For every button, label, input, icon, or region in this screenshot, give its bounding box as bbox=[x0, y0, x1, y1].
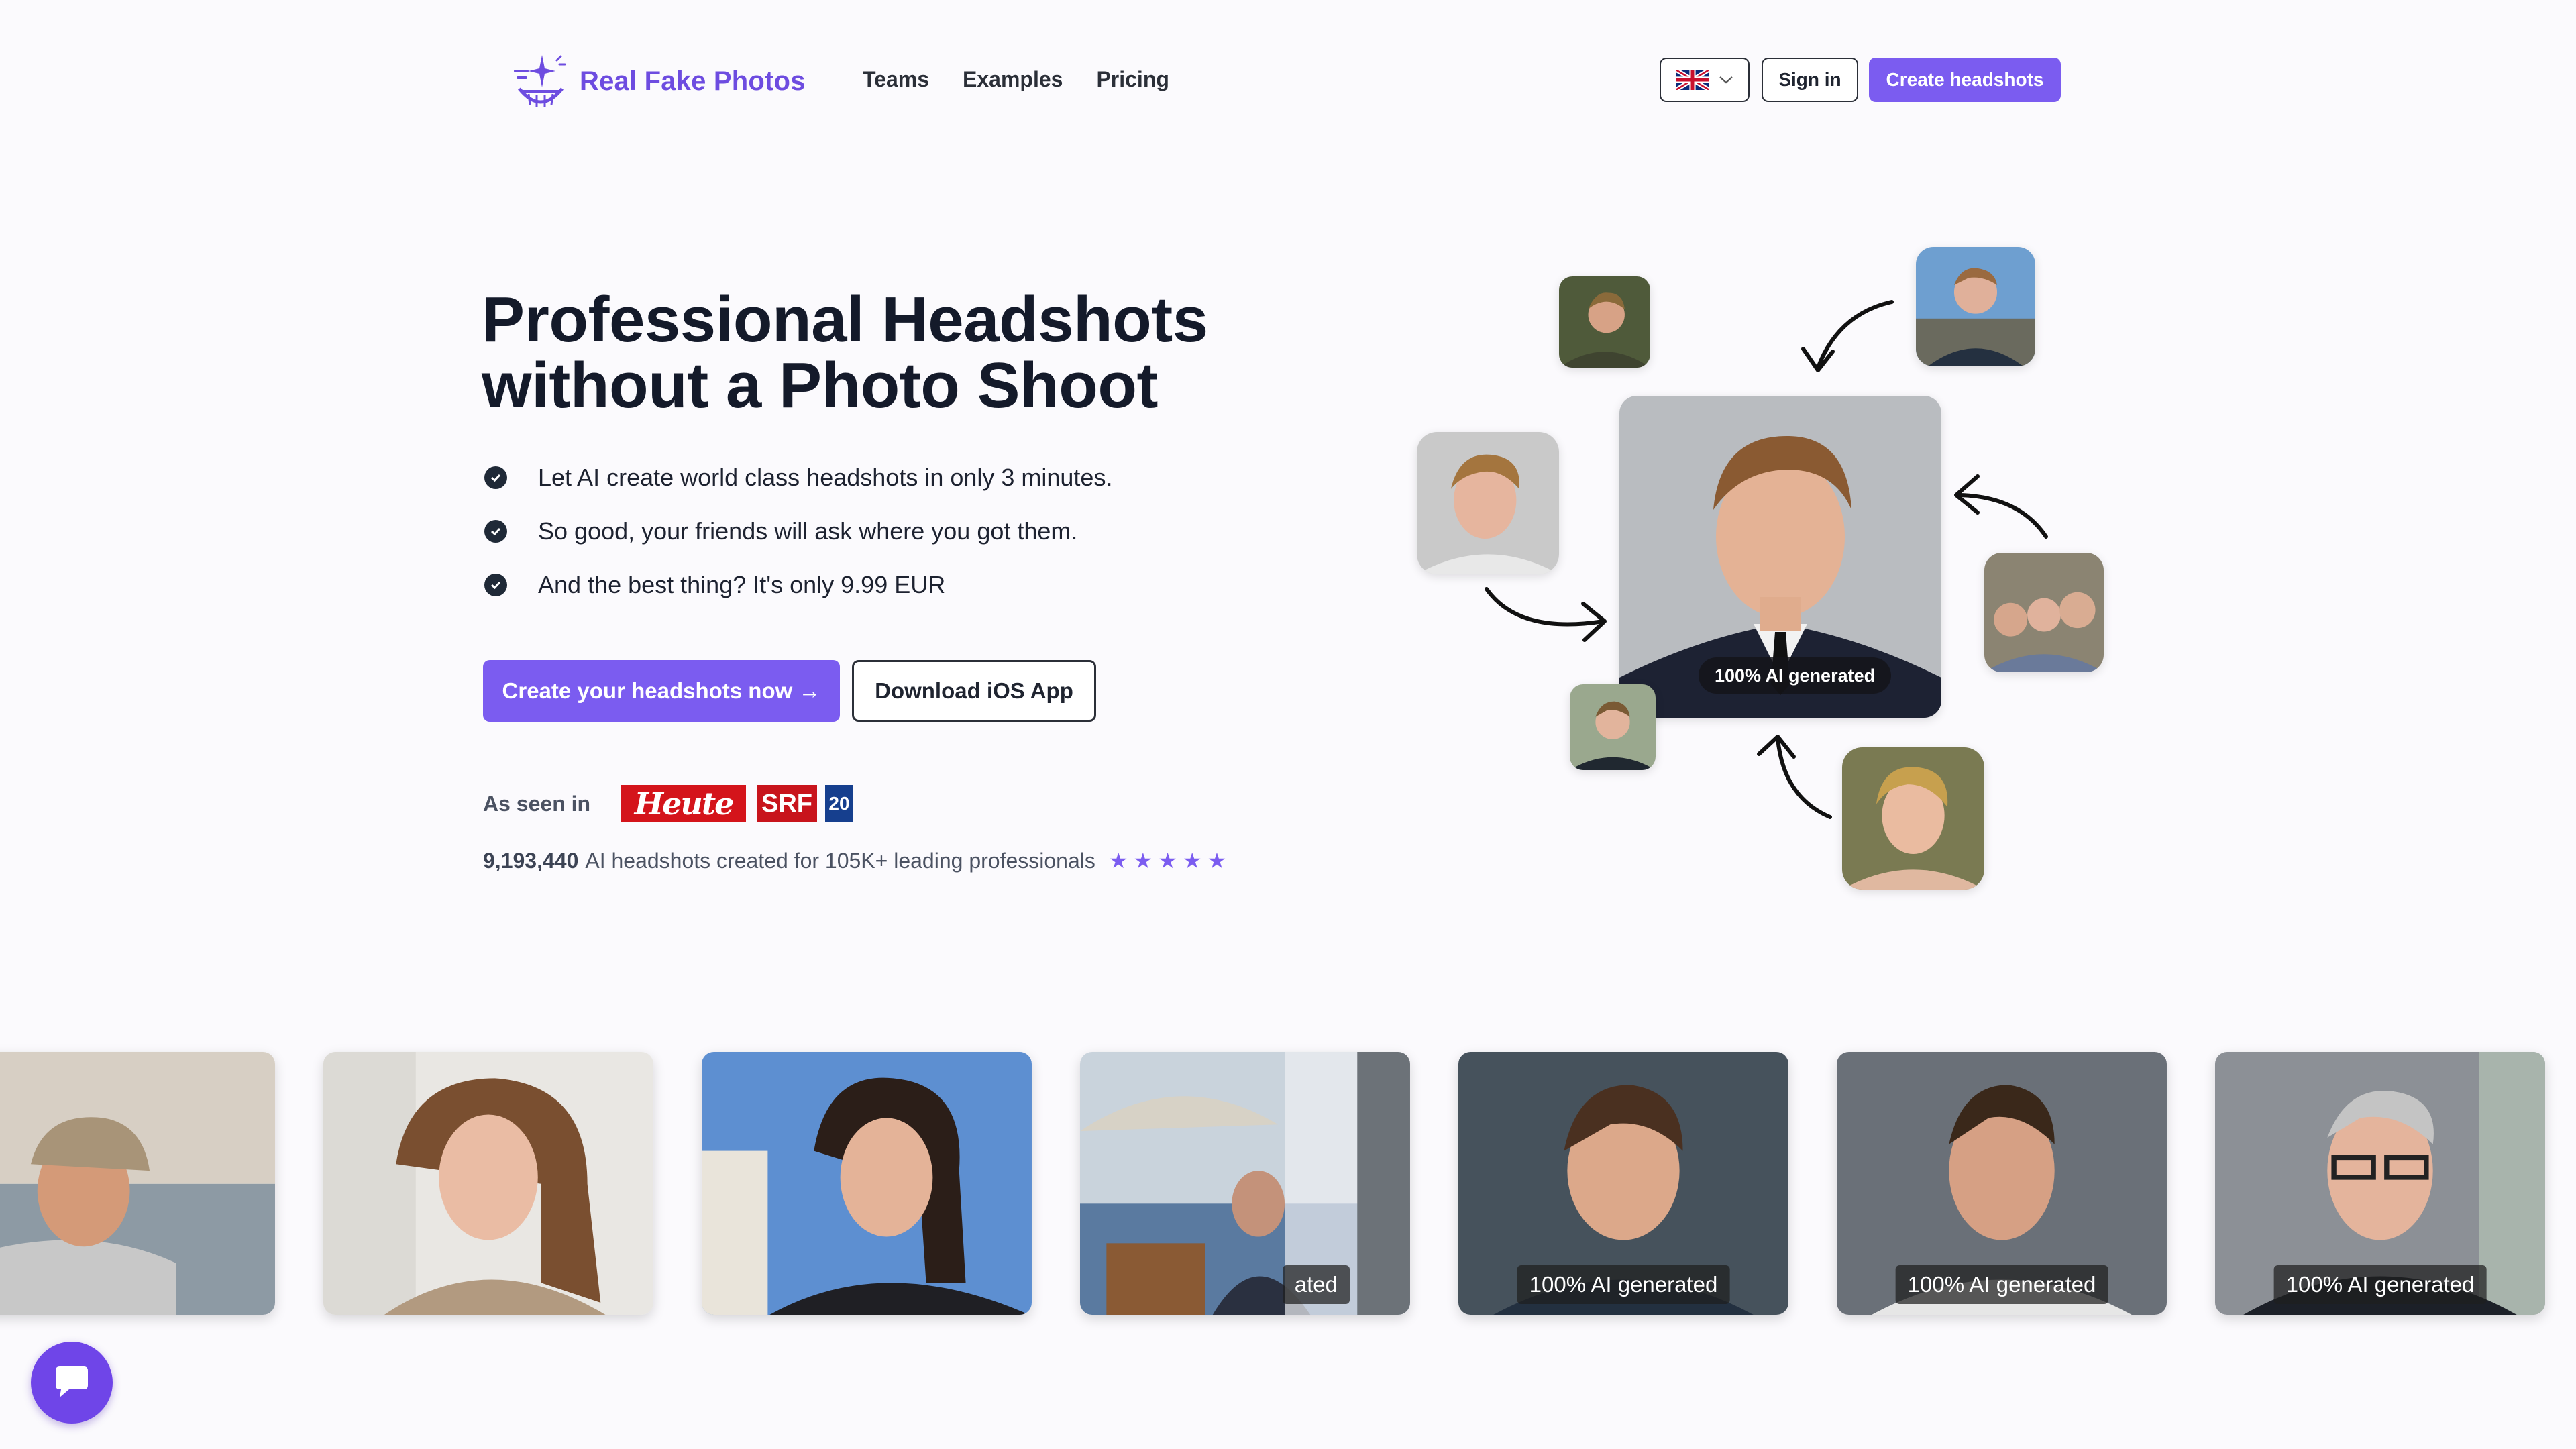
feature-text: So good, your friends will ask where you… bbox=[538, 517, 1078, 545]
check-circle-icon bbox=[484, 574, 507, 596]
press-logo-heute: Heute bbox=[621, 785, 746, 822]
feature-text: Let AI create world class headshots in o… bbox=[538, 464, 1113, 491]
star-icon: ★ bbox=[1133, 849, 1153, 873]
gallery-label: 100% AI generated bbox=[1895, 1265, 2108, 1304]
feature-item: Let AI create world class headshots in o… bbox=[484, 451, 1112, 504]
input-photo bbox=[1842, 747, 1984, 890]
feature-item: So good, your friends will ask where you… bbox=[484, 504, 1112, 558]
feature-list: Let AI create world class headshots in o… bbox=[484, 451, 1112, 612]
input-photo bbox=[1984, 553, 2104, 672]
download-ios-app-button[interactable]: Download iOS App bbox=[852, 660, 1096, 722]
star-icon: ★ bbox=[1158, 849, 1177, 873]
logo-icon bbox=[514, 55, 566, 107]
feature-text: And the best thing? It's only 9.99 EUR bbox=[538, 571, 946, 598]
nav-examples[interactable]: Examples bbox=[963, 67, 1063, 92]
hero-title: Professional Headshots without a Photo S… bbox=[482, 287, 1208, 419]
arrow-icon bbox=[1954, 474, 2048, 539]
ai-generated-badge: 100% AI generated bbox=[1699, 657, 1892, 694]
gallery-card bbox=[702, 1052, 1032, 1315]
input-photo bbox=[1417, 432, 1559, 574]
create-headshots-button[interactable]: Create headshots bbox=[1869, 58, 2061, 102]
stats-text: AI headshots created for 105K+ leading p… bbox=[585, 848, 1095, 873]
main-nav: Teams Examples Pricing bbox=[863, 67, 1169, 92]
hero-title-line-2: without a Photo Shoot bbox=[482, 350, 1158, 421]
gallery-card bbox=[323, 1052, 653, 1315]
arrow-icon bbox=[1485, 587, 1607, 642]
nav-pricing[interactable]: Pricing bbox=[1096, 67, 1169, 92]
gallery-card bbox=[0, 1052, 275, 1315]
gallery-label: 100% AI generated bbox=[2273, 1265, 2487, 1304]
rating-stars: ★ ★ ★ ★ ★ bbox=[1109, 848, 1226, 873]
arrow-icon bbox=[1757, 735, 1832, 819]
press-logo-20-minuten: 20 bbox=[825, 785, 853, 822]
input-photo bbox=[1916, 247, 2035, 366]
check-circle-icon bbox=[484, 520, 507, 543]
star-icon: ★ bbox=[1108, 849, 1128, 873]
check-circle-icon bbox=[484, 466, 507, 489]
feature-item: And the best thing? It's only 9.99 EUR bbox=[484, 558, 1112, 612]
hero-title-line-1: Professional Headshots bbox=[482, 284, 1208, 356]
chat-bubble-icon bbox=[56, 1366, 88, 1397]
as-seen-in-label: As seen in bbox=[483, 792, 591, 816]
star-icon: ★ bbox=[1207, 849, 1227, 873]
press-logo-srf: SRF bbox=[757, 785, 817, 822]
sign-in-button[interactable]: Sign in bbox=[1762, 58, 1858, 102]
gallery-card: 100% AI generated bbox=[1458, 1052, 1788, 1315]
gallery-card: 100% AI generated bbox=[2215, 1052, 2545, 1315]
brand-logo[interactable]: Real Fake Photos bbox=[513, 51, 806, 111]
star-icon: ★ bbox=[1182, 849, 1202, 873]
gallery-label: 100% AI generated bbox=[1517, 1265, 1730, 1304]
input-photo bbox=[1570, 684, 1656, 770]
stats-count: 9,193,440 bbox=[483, 848, 579, 873]
stats-line: 9,193,440 AI headshots created for 105K+… bbox=[483, 848, 1226, 873]
create-headshots-now-button[interactable]: Create your headshots now → bbox=[483, 660, 840, 722]
gallery-card: 100% AI generated bbox=[1837, 1052, 2167, 1315]
gallery-label: ated bbox=[1282, 1265, 1350, 1304]
uk-flag-icon bbox=[1676, 70, 1709, 90]
language-selector[interactable] bbox=[1660, 58, 1750, 102]
gallery-card: ated bbox=[1080, 1052, 1410, 1315]
nav-teams[interactable]: Teams bbox=[863, 67, 929, 92]
arrow-icon bbox=[1801, 300, 1894, 372]
chat-widget-button[interactable] bbox=[31, 1342, 113, 1424]
input-photo bbox=[1559, 276, 1650, 368]
brand-name: Real Fake Photos bbox=[580, 66, 806, 96]
chevron-down-icon bbox=[1719, 76, 1733, 84]
